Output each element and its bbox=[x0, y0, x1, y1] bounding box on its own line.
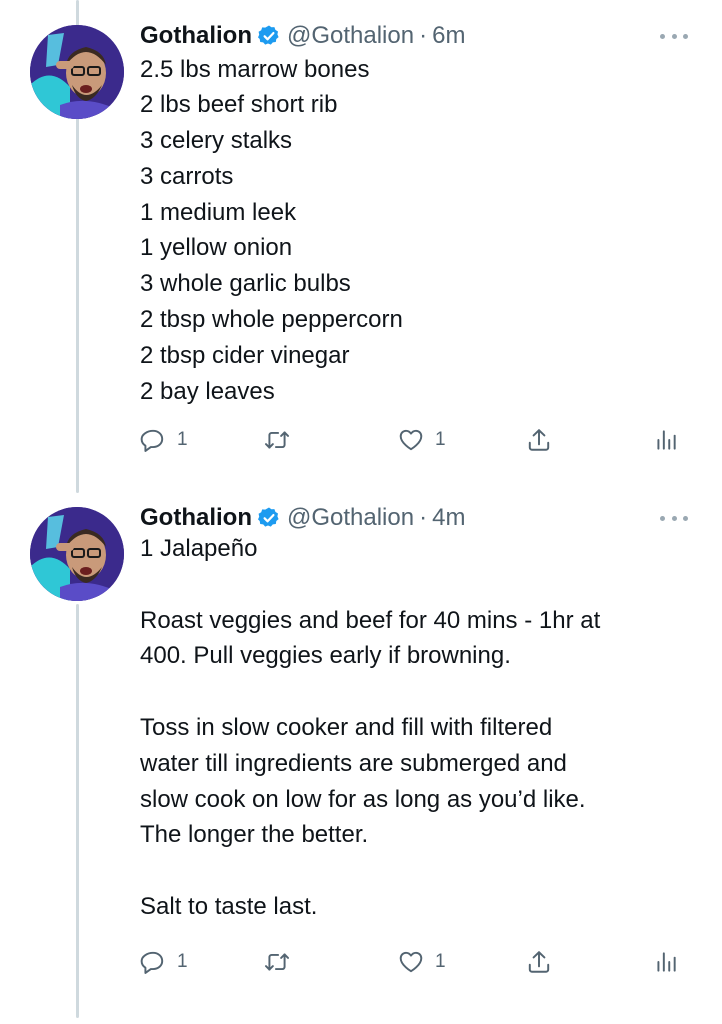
tweet-text: 1 Jalapeño Roast veggies and beef for 40… bbox=[140, 531, 702, 925]
tweet-text-line: Toss in slow cooker and fill with filter… bbox=[140, 713, 553, 741]
tweet-text-line: 2.5 lbs marrow bones bbox=[140, 55, 370, 83]
reply-count: 1 bbox=[177, 951, 188, 972]
tweet-text-line: 1 yellow onion bbox=[140, 234, 293, 262]
tweet-text-line: 2 bay leaves bbox=[140, 377, 275, 405]
author-handle[interactable]: @Gothalion bbox=[287, 20, 414, 52]
analytics-icon bbox=[657, 430, 676, 450]
tweet-text-line bbox=[140, 567, 702, 603]
tweet-text-line: 2 lbs beef short rib bbox=[140, 91, 338, 119]
tweet-text-line: Salt to taste last. bbox=[140, 892, 318, 920]
tweet-actions: 1 1 bbox=[140, 424, 700, 456]
tweet-text-line: 1 medium leek bbox=[140, 198, 297, 226]
retweet-button[interactable] bbox=[264, 424, 301, 456]
like-icon bbox=[399, 951, 423, 973]
retweet-icon bbox=[264, 953, 290, 971]
author-name[interactable]: Gothalion bbox=[140, 502, 252, 534]
reply-icon bbox=[140, 429, 164, 452]
share-icon bbox=[528, 951, 550, 973]
like-count: 1 bbox=[435, 951, 446, 972]
share-button[interactable] bbox=[526, 946, 552, 978]
avatar-image bbox=[30, 507, 124, 601]
tweet-actions: 1 1 bbox=[140, 946, 700, 978]
tweet-text-line: The longer the better. bbox=[140, 821, 369, 849]
author-name[interactable]: Gothalion bbox=[140, 20, 252, 52]
retweet-icon bbox=[264, 431, 290, 449]
tweet[interactable]: Gothalion @Gothalion · 4m 1 Jalapeño Roa… bbox=[0, 493, 722, 1024]
retweet-button[interactable] bbox=[264, 946, 301, 978]
reply-icon bbox=[140, 951, 164, 974]
tweet-text-line: 3 celery stalks bbox=[140, 127, 293, 155]
author-handle[interactable]: @Gothalion bbox=[287, 502, 414, 534]
tweet-header: Gothalion @Gothalion · 6m bbox=[140, 20, 702, 52]
analytics-button[interactable] bbox=[653, 424, 679, 456]
tweet-text-line: 3 carrots bbox=[140, 162, 234, 190]
reply-button[interactable]: 1 bbox=[140, 424, 188, 456]
verified-badge-icon bbox=[257, 507, 279, 527]
reply-count: 1 bbox=[177, 429, 188, 450]
share-icon bbox=[528, 429, 550, 451]
tweet-text-line bbox=[140, 674, 702, 710]
tweet-text-line bbox=[140, 853, 702, 889]
verified-badge-icon bbox=[257, 25, 279, 45]
tweet-text-line: water till ingredients are submerged and bbox=[140, 749, 567, 777]
more-options-icon[interactable] bbox=[660, 502, 688, 534]
analytics-icon bbox=[657, 952, 676, 972]
separator-dot: · bbox=[419, 22, 428, 49]
like-count: 1 bbox=[435, 429, 446, 450]
tweet-text: 2.5 lbs marrow bones 2 lbs beef short ri… bbox=[140, 52, 702, 410]
tweet-text-line: 400. Pull veggies early if browning. bbox=[140, 642, 511, 670]
analytics-button[interactable] bbox=[653, 946, 679, 978]
tweet-text-line: slow cook on low for as long as you’d li… bbox=[140, 785, 586, 813]
share-button[interactable] bbox=[526, 424, 552, 456]
separator-dot: · bbox=[419, 504, 428, 531]
avatar-image bbox=[30, 25, 124, 119]
tweet-header: Gothalion @Gothalion · 4m bbox=[140, 502, 702, 534]
avatar[interactable] bbox=[30, 25, 124, 119]
like-button[interactable]: 1 bbox=[398, 946, 446, 978]
tweet-text-line: 1 Jalapeño bbox=[140, 535, 258, 562]
timestamp[interactable]: 6m bbox=[432, 20, 465, 52]
timestamp[interactable]: 4m bbox=[432, 502, 465, 534]
reply-button[interactable]: 1 bbox=[140, 946, 188, 978]
tweet-text-line: 3 whole garlic bulbs bbox=[140, 270, 351, 298]
avatar[interactable] bbox=[30, 507, 124, 601]
tweet-text-line: Roast veggies and beef for 40 mins - 1hr… bbox=[140, 606, 601, 634]
tweet[interactable]: Gothalion @Gothalion · 6m 2.5 lbs marrow… bbox=[0, 0, 722, 493]
like-icon bbox=[399, 429, 423, 451]
more-options-icon[interactable] bbox=[660, 20, 688, 52]
tweet-text-line: 2 tbsp whole peppercorn bbox=[140, 306, 403, 334]
like-button[interactable]: 1 bbox=[398, 424, 446, 456]
tweet-text-line: 2 tbsp cider vinegar bbox=[140, 341, 350, 369]
